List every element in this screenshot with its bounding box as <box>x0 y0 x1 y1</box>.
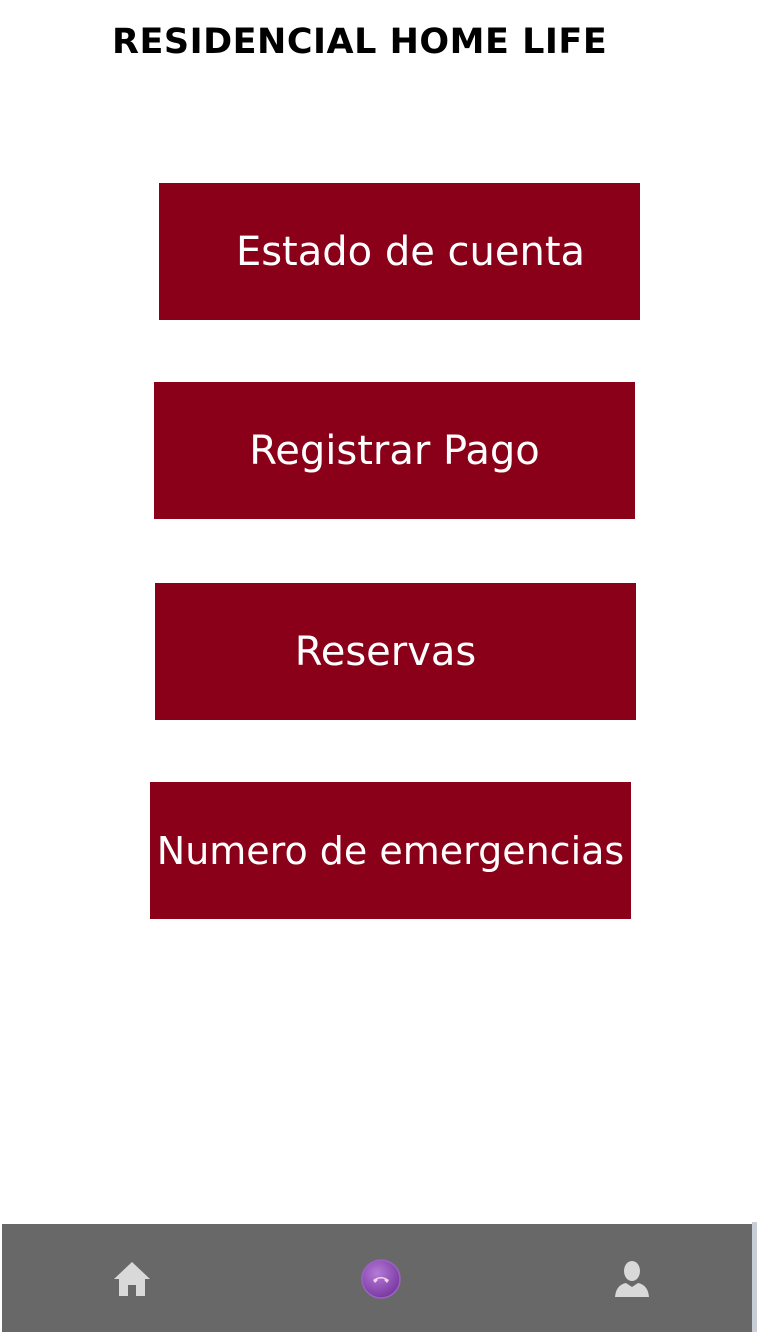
bottom-navigation <box>2 1224 752 1332</box>
registrar-pago-button[interactable]: Registrar Pago <box>154 382 635 519</box>
page-title: RESIDENCIAL HOME LIFE <box>112 22 608 62</box>
nav-call-button[interactable] <box>358 1256 404 1302</box>
app-screen: RESIDENCIAL HOME LIFE Estado de cuenta R… <box>0 0 757 1332</box>
user-icon <box>615 1261 649 1297</box>
home-icon <box>114 1262 150 1296</box>
reservas-button[interactable]: Reservas <box>155 583 636 720</box>
nav-home-button[interactable] <box>109 1256 155 1302</box>
numero-de-emergencias-button[interactable]: Numero de emergencias <box>150 782 631 919</box>
bottom-bar-edge <box>752 1222 757 1332</box>
nav-profile-button[interactable] <box>609 1256 655 1302</box>
estado-de-cuenta-button[interactable]: Estado de cuenta <box>159 183 640 320</box>
phone-icon <box>361 1259 401 1299</box>
